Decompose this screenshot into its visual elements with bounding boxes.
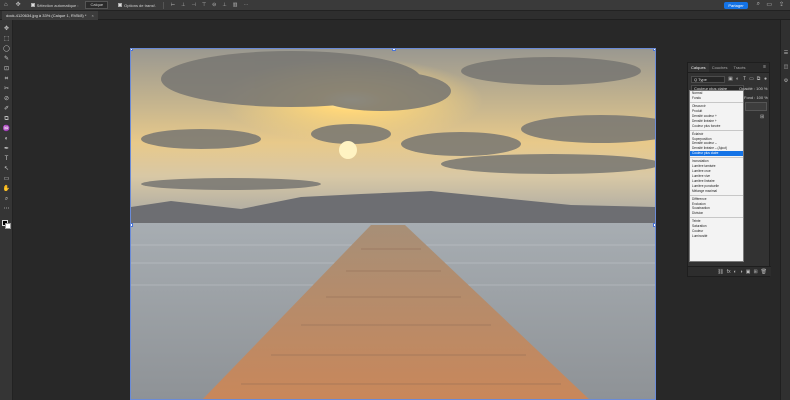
align-buttons: ⊢ ⊥ ⊣ ⊤ ⊖ ⊥ ▥ ⋯: [168, 2, 252, 8]
align-button-icon[interactable]: ⊣: [191, 2, 195, 8]
panel-tabs: Calques Couches Tracés: [688, 63, 769, 73]
tool-button-icon[interactable]: ✂: [2, 86, 11, 93]
tool-button-icon[interactable]: ⊘: [2, 96, 11, 103]
tool-button-icon[interactable]: ♒: [2, 126, 11, 133]
panel-menu-icon[interactable]: ≡: [763, 64, 766, 70]
auto-select-checkbox[interactable]: [30, 3, 35, 7]
tab-layers[interactable]: Calques: [688, 63, 709, 72]
tool-button-icon[interactable]: ↖: [2, 166, 11, 173]
document-tab[interactable]: dock-4120634.jpg à 33% (Calque 1, RVB/8)…: [2, 11, 98, 20]
tool-button-icon[interactable]: ◐: [2, 136, 11, 143]
close-tab-icon[interactable]: ×: [92, 13, 94, 18]
photoshop-window: ⌂ ✥ Sélection automatique : Calque Optio…: [0, 0, 790, 400]
filter-toggle-icon[interactable]: ●: [763, 76, 768, 82]
transform-handle[interactable]: [131, 223, 133, 227]
layer-action-icon[interactable]: ▣: [746, 269, 751, 275]
align-button-icon[interactable]: ⊢: [171, 2, 175, 8]
background-color-swatch[interactable]: [5, 223, 11, 229]
transform-label: Options de transf.: [124, 2, 156, 8]
layer-action-icon[interactable]: ◑: [740, 269, 743, 275]
separator: [162, 1, 164, 9]
document-canvas[interactable]: [130, 48, 656, 400]
align-button-icon[interactable]: ⊥: [181, 2, 185, 8]
tool-button-icon[interactable]: ⋯: [2, 206, 11, 213]
tool-button-icon[interactable]: ⊡: [2, 66, 11, 73]
transform-handle[interactable]: [653, 49, 655, 51]
align-button-icon[interactable]: ⋯: [243, 2, 248, 8]
menu-separator: [690, 216, 743, 219]
layer-kind-filter[interactable]: Q Type: [691, 76, 725, 83]
layer-row[interactable]: [745, 102, 767, 111]
tool-button-icon[interactable]: ✐: [2, 106, 11, 113]
layers-panel-footer: ⛓ fx ◐ ◑ ▣ ⊞ 🗑: [688, 266, 771, 276]
layer-action-icon[interactable]: ⊞: [753, 269, 757, 275]
move-tool-icon[interactable]: ✥: [12, 0, 25, 11]
blend-mode-dropdown[interactable]: Normal Fondu Obscurcir Produit Densité coule…: [689, 90, 744, 262]
menu-separator: [690, 156, 743, 159]
menu-separator: [690, 128, 743, 131]
pixel-filter-icon[interactable]: ▣: [728, 76, 733, 82]
transform-handle[interactable]: [653, 223, 655, 227]
document-title: dock-4120634.jpg à 33% (Calque 1, RVB/8)…: [6, 13, 87, 18]
document-tab-bar: dock-4120634.jpg à 33% (Calque 1, RVB/8)…: [0, 11, 790, 20]
search-icon[interactable]: ⌕: [757, 1, 760, 8]
photo-image: [131, 49, 655, 399]
tab-channels[interactable]: Couches: [709, 63, 731, 72]
shape-filter-icon[interactable]: ▭: [749, 76, 754, 82]
transform-handle[interactable]: [392, 49, 396, 51]
tools-panel: ✥ ⬚ ◯ ✎ ⊡ ⌗ ✂ ⊘ ✐ ⧉ ♒ ◐ ✒ T ↖ ▭ ✋ ⌕ ⋯: [0, 20, 13, 400]
tool-button-icon[interactable]: ✥: [2, 26, 11, 33]
tool-button-icon[interactable]: ✋: [2, 186, 11, 193]
layer-action-icon[interactable]: 🗑: [761, 269, 767, 275]
layer-action-icon[interactable]: fx: [727, 269, 731, 275]
tool-button-icon[interactable]: ▭: [2, 176, 11, 183]
align-button-icon[interactable]: ⊖: [212, 2, 216, 8]
auto-select-target[interactable]: Calque: [85, 1, 109, 9]
tool-button-icon[interactable]: T: [2, 156, 11, 163]
settings-icon[interactable]: ⚙: [783, 78, 789, 84]
tool-button-icon[interactable]: ⌕: [2, 196, 11, 203]
layer-action-icon[interactable]: ⛓: [717, 269, 723, 275]
tool-button-icon[interactable]: ✒: [2, 146, 11, 153]
share-icon[interactable]: ⇪: [779, 1, 784, 8]
transform-handle[interactable]: [131, 49, 133, 51]
fill-field[interactable]: Fond : 100 %: [744, 95, 768, 100]
menu-separator: [690, 193, 743, 196]
tab-paths[interactable]: Tracés: [730, 63, 748, 72]
adjustments-icon[interactable]: ◫: [783, 64, 789, 70]
layer-action-icon[interactable]: ◐: [734, 269, 737, 275]
transform-checkbox[interactable]: [118, 3, 123, 7]
menu-separator: [690, 101, 743, 103]
auto-select-label: Sélection automatique :: [36, 2, 79, 8]
properties-icon[interactable]: ☰: [783, 50, 789, 56]
adjustment-filter-icon[interactable]: ◐: [735, 76, 740, 82]
collapsed-panels-strip: ☰ ◫ ⚙: [780, 20, 790, 400]
share-button[interactable]: Partager: [724, 2, 748, 9]
align-button-icon[interactable]: ⊥: [222, 2, 226, 8]
type-filter-icon[interactable]: T: [742, 76, 747, 82]
blend-mode-option[interactable]: Luminosité: [690, 234, 743, 239]
tool-button-icon[interactable]: ⌗: [2, 76, 11, 83]
workspace-icon[interactable]: ▭: [766, 1, 772, 8]
tool-button-icon[interactable]: ⧉: [2, 116, 11, 123]
options-bar: ⌂ ✥ Sélection automatique : Calque Optio…: [0, 0, 790, 11]
tool-button-icon[interactable]: ⬚: [2, 36, 11, 43]
tool-button-icon[interactable]: ✎: [2, 56, 11, 63]
home-icon[interactable]: ⌂: [0, 0, 12, 11]
lock-icon[interactable]: ⊞: [760, 114, 766, 120]
smart-object-filter-icon[interactable]: ⧉: [756, 76, 761, 82]
tool-button-icon[interactable]: ◯: [2, 46, 11, 53]
align-button-icon[interactable]: ▥: [233, 2, 238, 8]
align-button-icon[interactable]: ⊤: [202, 2, 206, 8]
